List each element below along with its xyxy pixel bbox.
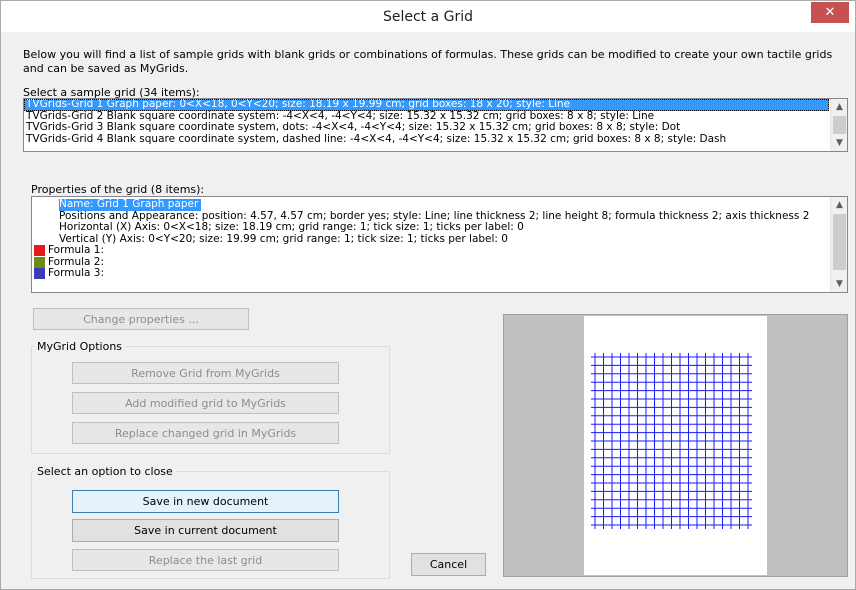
properties-list-scrollbar[interactable]: ▲ ▼ [830,197,847,292]
sample-grid-list[interactable]: TVGrids-Grid 1 Graph paper: 0<X<18, 0<Y<… [23,98,848,152]
scroll-thumb[interactable] [833,116,846,134]
list-item[interactable]: Formula 3: [32,267,829,280]
list-item[interactable]: TVGrids-Grid 1 Graph paper: 0<X<18, 0<Y<… [24,99,829,111]
list-item[interactable]: Formula 1: [32,244,829,257]
formula-color-swatch [34,256,45,268]
property-text: Formula 1: [48,244,105,256]
replace-last-grid-button[interactable]: Replace the last grid [72,549,339,571]
property-text: Vertical (Y) Axis: 0<Y<20; size: 19.99 c… [59,232,508,245]
change-properties-button[interactable]: Change properties ... [33,308,249,330]
property-text: Horizontal (X) Axis: 0<X<18; size: 18.19… [59,221,524,233]
grid-preview [503,314,848,577]
cancel-button[interactable]: Cancel [411,553,486,576]
remove-grid-button[interactable]: Remove Grid from MyGrids [72,362,339,384]
close-button[interactable]: ✕ [811,2,849,23]
preview-paper [584,316,767,575]
list-item[interactable]: Vertical (Y) Axis: 0<Y<20; size: 19.99 c… [32,232,829,246]
scroll-down-icon[interactable]: ▼ [831,276,847,292]
mygrid-options-title: MyGrid Options [34,340,126,353]
properties-list[interactable]: Name: Grid 1 Graph paper Positions and Ap… [31,196,848,293]
close-options-title: Select an option to close [34,465,176,478]
intro-text: Below you will find a list of sample gri… [23,48,833,75]
save-new-document-button[interactable]: Save in new document [72,490,339,513]
formula-color-swatch [34,268,45,280]
properties-list-label: Properties of the grid (8 items): [31,183,205,196]
property-text: Name: Grid 1 Graph paper [59,198,202,211]
scroll-up-icon[interactable]: ▲ [831,197,847,213]
close-icon: ✕ [824,5,836,20]
property-text: Formula 3: [48,267,105,279]
list-item[interactable]: Formula 2: [32,256,829,269]
list-item[interactable]: TVGrids-Grid 3 Blank square coordinate s… [24,121,829,134]
sample-list-scrollbar[interactable]: ▲ ▼ [830,99,847,151]
scroll-thumb[interactable] [833,214,846,270]
save-current-document-button[interactable]: Save in current document [72,519,339,542]
scroll-down-icon[interactable]: ▼ [831,135,847,151]
list-item[interactable]: Name: Grid 1 Graph paper [32,198,829,211]
formula-color-swatch [34,245,45,257]
title-bar: Select a Grid ✕ [1,1,855,32]
add-modified-grid-button[interactable]: Add modified grid to MyGrids [72,392,339,414]
list-item[interactable]: Horizontal (X) Axis: 0<X<18; size: 18.19… [32,221,829,234]
window-title: Select a Grid [382,8,474,25]
list-item[interactable]: TVGrids-Grid 4 Blank square coordinate s… [24,133,829,146]
replace-changed-grid-button[interactable]: Replace changed grid in MyGrids [72,422,339,444]
preview-grid [591,353,752,529]
scroll-up-icon[interactable]: ▲ [831,99,847,115]
